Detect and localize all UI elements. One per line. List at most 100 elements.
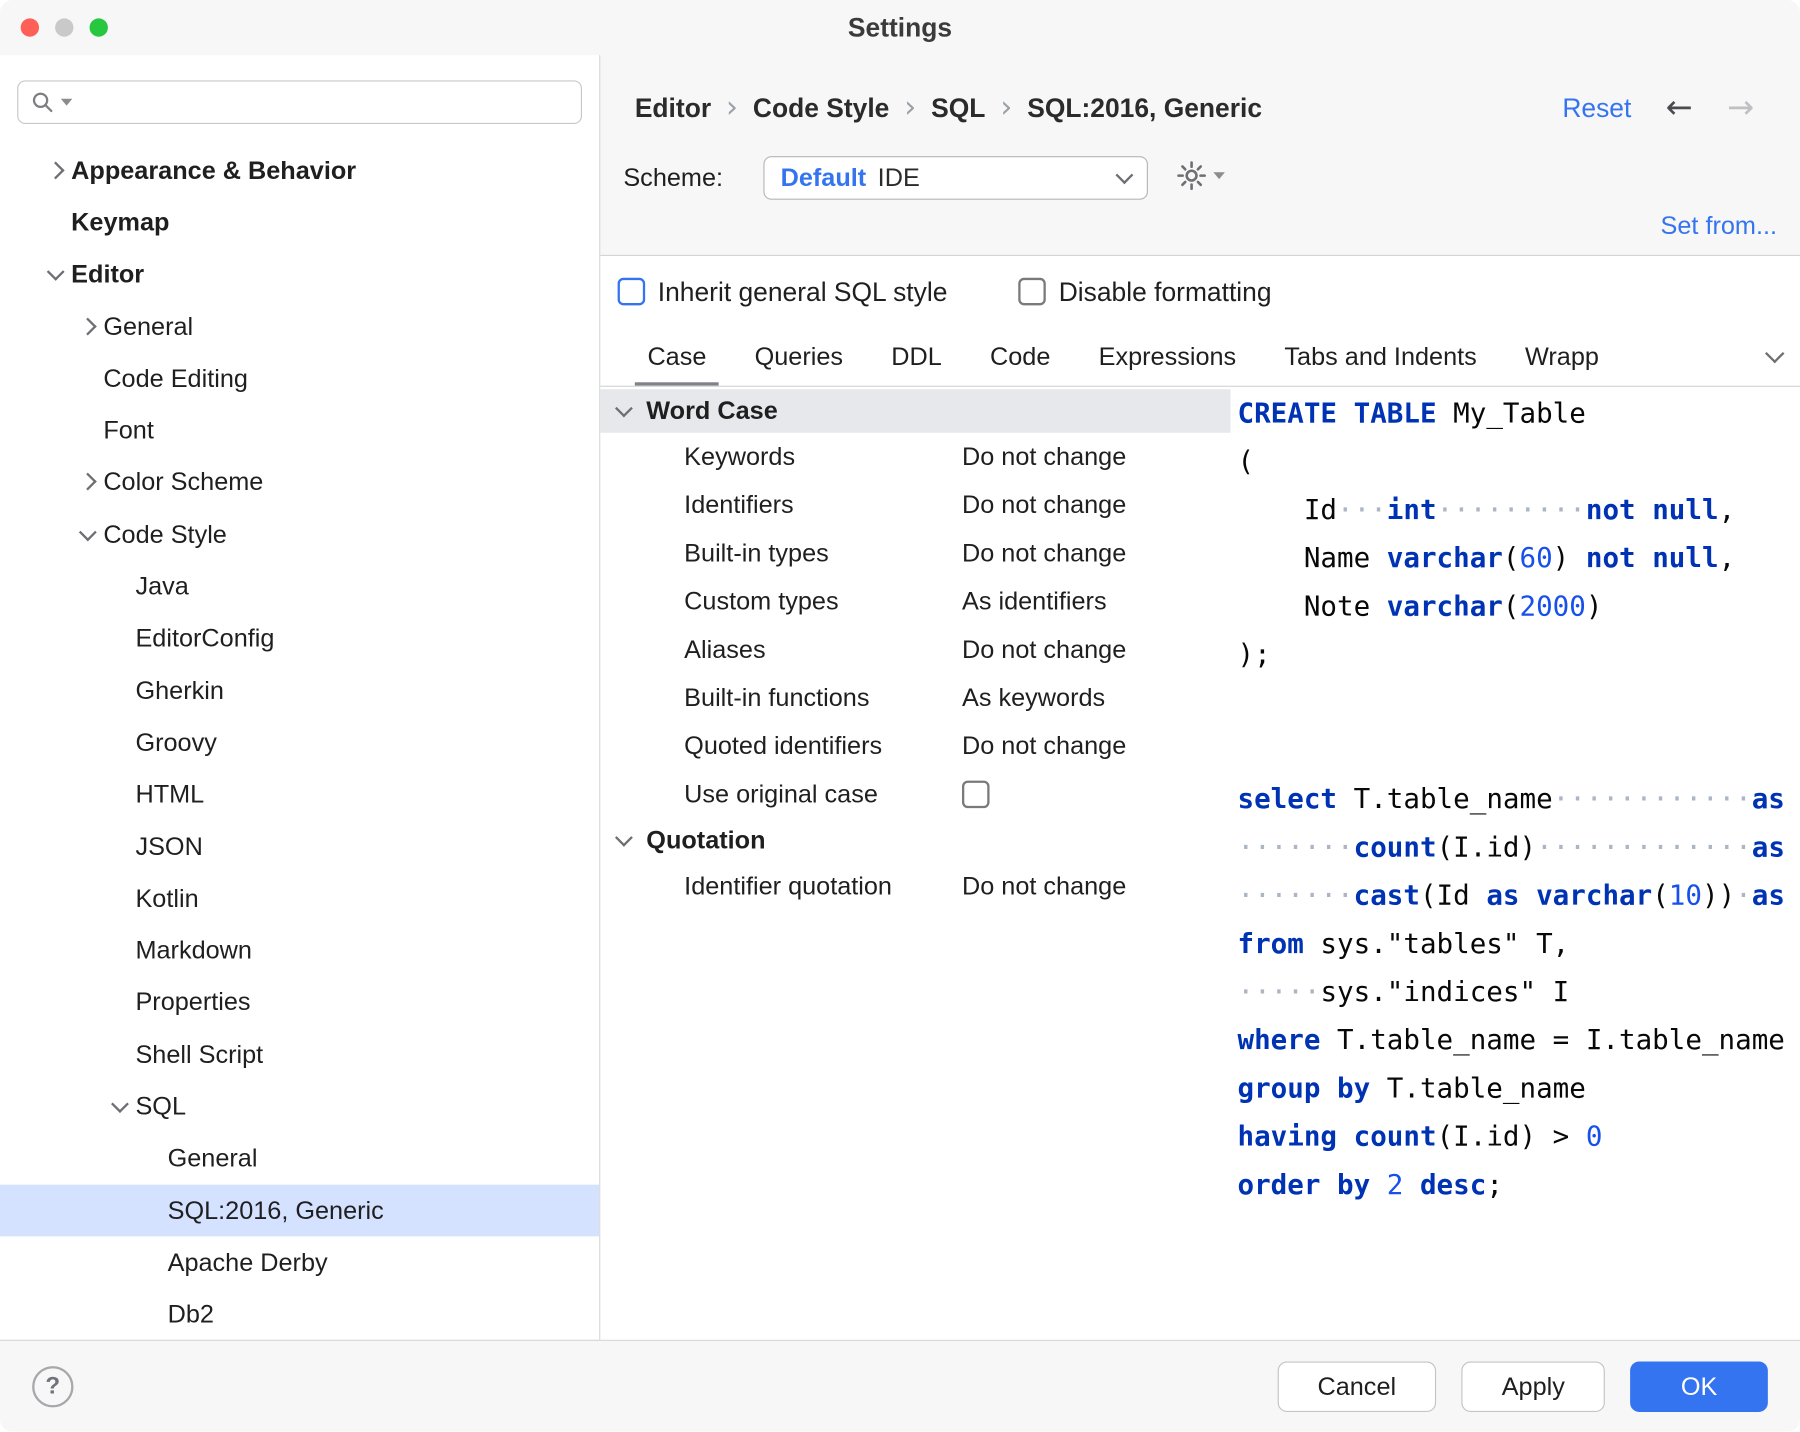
sidebar-item-general[interactable]: General <box>0 1133 599 1185</box>
breadcrumb-item-sql[interactable]: SQL <box>931 92 985 123</box>
quoted-identifiers-dropdown[interactable]: Do not change <box>962 731 1126 761</box>
reset-link[interactable]: Reset <box>1562 92 1631 123</box>
sidebar-item-editorconfig[interactable]: EditorConfig <box>0 613 599 665</box>
sidebar-item-editor[interactable]: Editor <box>0 249 599 301</box>
code-keyword: select <box>1237 783 1337 815</box>
code-text: ( <box>1503 542 1520 574</box>
section-header-quotation[interactable]: Quotation <box>600 818 1230 862</box>
sidebar-item-shell-script[interactable]: Shell Script <box>0 1029 599 1081</box>
forward-arrow-icon[interactable]: → <box>1727 92 1754 124</box>
code-line: CREATE TABLE My_Table <box>1237 389 1800 437</box>
scheme-actions-button[interactable] <box>1174 158 1225 192</box>
chevron-spacer <box>138 1133 168 1185</box>
tabs-overflow-button[interactable] <box>1768 346 1782 367</box>
code-format-dots: · <box>1735 879 1752 911</box>
sidebar-item-font[interactable]: Font <box>0 405 599 457</box>
sidebar-item-groovy[interactable]: Groovy <box>0 717 599 769</box>
code-line: where T.table_name = I.table_name <box>1237 1016 1800 1064</box>
breadcrumb-separator: › <box>985 93 1027 123</box>
identifiers-dropdown[interactable]: Do not change <box>962 490 1126 520</box>
search-input[interactable] <box>78 88 569 117</box>
sidebar-item-gherkin[interactable]: Gherkin <box>0 665 599 717</box>
sidebar-item-code-style[interactable]: Code Style <box>0 509 599 561</box>
tab-code[interactable]: Code <box>966 327 1075 386</box>
cancel-button[interactable]: Cancel <box>1277 1361 1436 1412</box>
sidebar-item-html[interactable]: HTML <box>0 769 599 821</box>
sidebar-item-keymap[interactable]: Keymap <box>0 197 599 249</box>
keywords-dropdown[interactable]: Do not change <box>962 442 1126 472</box>
chevron-down-icon[interactable] <box>610 389 647 433</box>
breadcrumb-item-sql-2016-generic[interactable]: SQL:2016, Generic <box>1027 92 1262 123</box>
code-line: ); <box>1237 630 1800 678</box>
sidebar-item-code-editing[interactable]: Code Editing <box>0 353 599 405</box>
sidebar-item-sql-2016-generic[interactable]: SQL:2016, Generic <box>0 1185 599 1237</box>
sidebar-item-kotlin[interactable]: Kotlin <box>0 873 599 925</box>
sidebar-item-properties[interactable]: Properties <box>0 977 599 1029</box>
tab-tabs-and-indents[interactable]: Tabs and Indents <box>1260 327 1501 386</box>
sidebar-item-db2[interactable]: Db2 <box>0 1289 599 1340</box>
chevron-spacer <box>106 613 136 665</box>
built-in-functions-dropdown[interactable]: As keywords <box>962 683 1105 713</box>
code-keyword: as <box>1752 831 1785 863</box>
code-keyword: cast <box>1354 879 1420 911</box>
sidebar-item-label: EditorConfig <box>135 624 274 654</box>
aliases-dropdown[interactable]: Do not change <box>962 635 1126 665</box>
sidebar-item-apache-derby[interactable]: Apache Derby <box>0 1237 599 1289</box>
chevron-right-icon[interactable] <box>41 145 71 197</box>
disable-formatting-checkbox-group[interactable]: Disable formatting <box>1019 276 1272 307</box>
search-box[interactable] <box>17 80 582 124</box>
tab-wrapp[interactable]: Wrapp <box>1501 327 1623 386</box>
back-arrow-icon[interactable]: ← <box>1666 92 1693 124</box>
setting-label: Built-in functions <box>684 683 962 713</box>
sidebar-item-json[interactable]: JSON <box>0 821 599 873</box>
minimize-button[interactable] <box>55 18 73 36</box>
tab-queries[interactable]: Queries <box>731 327 868 386</box>
chevron-spacer <box>106 977 136 1029</box>
inherit-sql-style-checkbox[interactable] <box>618 278 646 306</box>
setting-label: Identifier quotation <box>684 871 962 901</box>
custom-types-dropdown[interactable]: As identifiers <box>962 587 1107 617</box>
help-button[interactable]: ? <box>32 1365 73 1406</box>
code-text: ) <box>1586 590 1603 622</box>
breadcrumb-item-code-style[interactable]: Code Style <box>753 92 889 123</box>
sidebar-item-label: Java <box>135 572 188 602</box>
chevron-right-icon[interactable] <box>73 301 103 353</box>
ok-button[interactable]: OK <box>1630 1361 1768 1412</box>
identifier-quotation-dropdown[interactable]: Do not change <box>962 871 1126 901</box>
tab-expressions[interactable]: Expressions <box>1075 327 1261 386</box>
code-text <box>1337 1120 1354 1152</box>
built-in-types-dropdown[interactable]: Do not change <box>962 538 1126 568</box>
search-history-chevron-icon[interactable] <box>61 99 72 106</box>
sidebar-item-color-scheme[interactable]: Color Scheme <box>0 457 599 509</box>
sidebar-item-markdown[interactable]: Markdown <box>0 925 599 977</box>
settings-row-identifier-quotation: Identifier quotationDo not change <box>600 862 1230 910</box>
sidebar-item-sql[interactable]: SQL <box>0 1081 599 1133</box>
code-format-dots: ············ <box>1553 783 1752 815</box>
chevron-down-icon[interactable] <box>73 509 103 561</box>
chevron-right-icon[interactable] <box>73 457 103 509</box>
breadcrumb-item-editor[interactable]: Editor <box>635 92 711 123</box>
section-header-word-case[interactable]: Word Case <box>600 389 1230 433</box>
chevron-down-icon[interactable] <box>610 818 647 862</box>
sidebar-item-java[interactable]: Java <box>0 561 599 613</box>
sidebar-item-label: Gherkin <box>135 676 223 706</box>
scheme-dropdown[interactable]: Default IDE <box>763 156 1148 200</box>
code-line: Id···int·········not null, <box>1237 486 1800 534</box>
zoom-button[interactable] <box>90 18 108 36</box>
disable-formatting-checkbox[interactable] <box>1019 278 1047 306</box>
code-text <box>1520 879 1537 911</box>
use-original-case-checkbox[interactable] <box>962 781 990 809</box>
chevron-down-icon[interactable] <box>106 1081 136 1133</box>
inherit-sql-style-checkbox-group[interactable]: Inherit general SQL style <box>618 276 948 307</box>
apply-button[interactable]: Apply <box>1462 1361 1606 1412</box>
chevron-down-icon[interactable] <box>41 249 71 301</box>
set-from-link[interactable]: Set from... <box>1661 211 1777 241</box>
sidebar-item-label: SQL <box>135 1092 186 1122</box>
sidebar-item-general[interactable]: General <box>0 301 599 353</box>
tab-case[interactable]: Case <box>623 327 730 386</box>
sidebar-item-label: Code Editing <box>103 364 248 394</box>
sidebar-item-appearance-behavior[interactable]: Appearance & Behavior <box>0 145 599 197</box>
close-button[interactable] <box>21 18 39 36</box>
sidebar-item-label: SQL:2016, Generic <box>168 1196 384 1226</box>
tab-ddl[interactable]: DDL <box>867 327 966 386</box>
